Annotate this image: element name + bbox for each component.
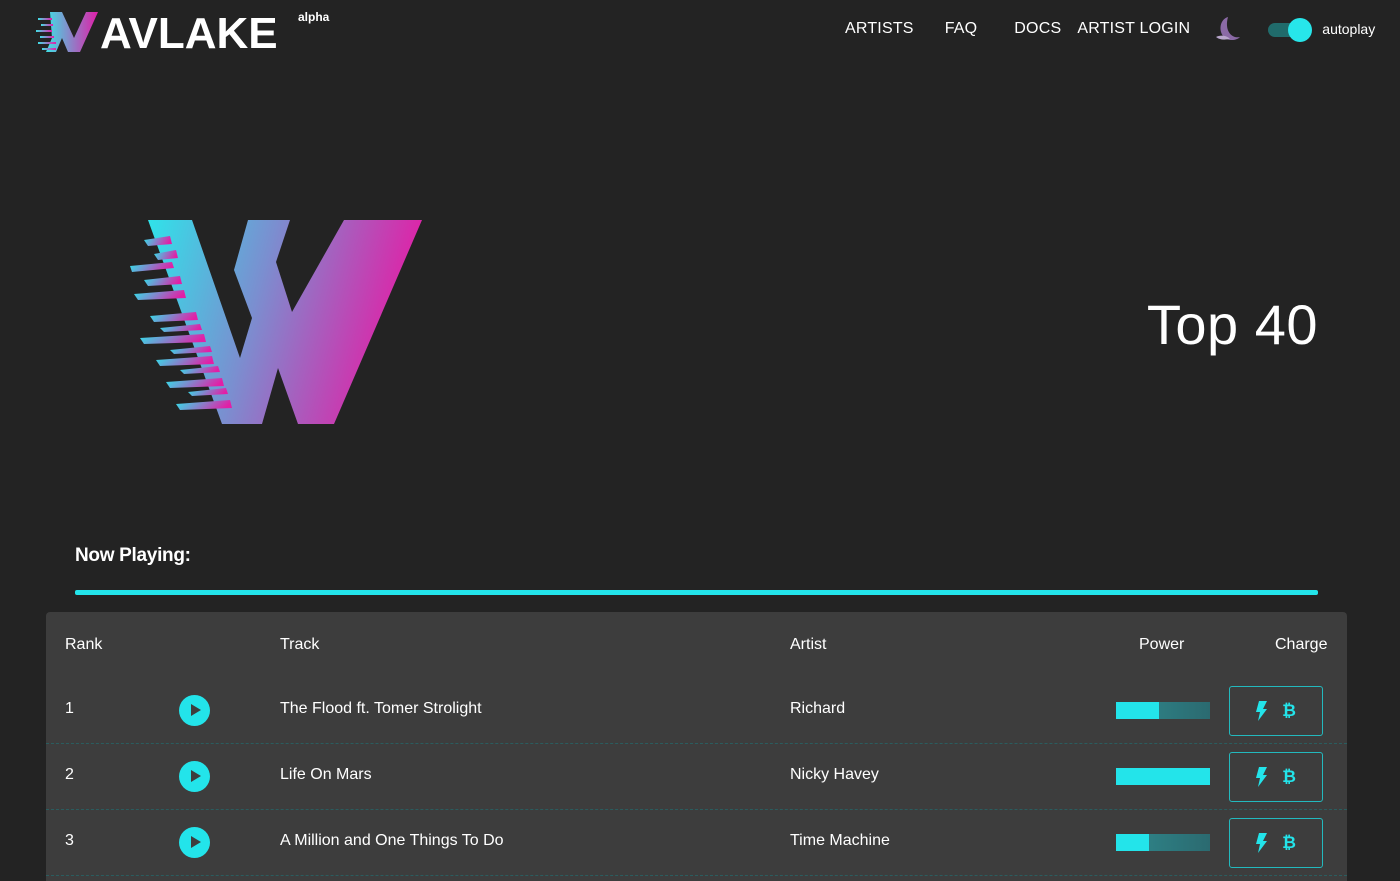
autoplay-toggle[interactable] [1268,18,1313,42]
now-playing-label: Now Playing: [75,545,191,566]
play-button[interactable] [179,827,210,858]
logo-text: AVLAKE [100,9,278,56]
power-bar [1116,834,1210,851]
nav-artist-login[interactable]: ARTIST LOGIN [1077,18,1190,40]
autoplay-label: autoplay [1322,21,1376,37]
charge-button[interactable]: ₿ [1229,818,1323,868]
power-bar [1116,702,1210,719]
table-header: Rank Track Artist Power Charge [46,612,1347,678]
wavlake-wordmark: AVLAKE [36,9,278,56]
charge-button[interactable]: ₿ [1229,686,1323,736]
lightning-icon [1256,767,1268,787]
moon-icon[interactable] [1212,15,1242,43]
wavlake-logo[interactable]: AVLAKE [36,8,336,56]
track-title[interactable]: The Flood ft. Tomer Strolight [280,700,482,718]
bitcoin-icon: ₿ [1282,701,1296,720]
page: AVLAKE alpha ARTISTS FAQ DOCS ARTIST LOG… [0,0,1400,881]
header-charge: Charge [1275,636,1328,653]
lightning-icon [1256,701,1268,721]
top-40-table: Rank Track Artist Power Charge 1 The Flo… [46,612,1347,881]
header-artist: Artist [790,636,827,653]
nav-docs[interactable]: DOCS [1014,18,1061,40]
play-button[interactable] [179,761,210,792]
toggle-knob [1288,18,1313,42]
power-fill [1116,702,1160,719]
now-playing-progress-bar[interactable] [75,590,1318,595]
page-title: Top 40 [1146,293,1318,356]
artist-name[interactable]: Richard [790,700,845,718]
play-button[interactable] [179,695,210,726]
main-nav: ARTISTS FAQ DOCS ARTIST LOGIN autoplay [845,15,1375,43]
power-fill [1116,834,1149,851]
bitcoin-icon: ₿ [1282,767,1296,786]
track-title[interactable]: Life On Mars [280,766,372,784]
power-fill [1116,768,1210,785]
header-power: Power [1139,636,1185,653]
nav-artists[interactable]: ARTISTS [845,18,914,40]
table-row: 2 Life On Mars Nicky Havey ₿ [46,744,1347,810]
charge-button[interactable]: ₿ [1229,752,1323,802]
table-row: 1 The Flood ft. Tomer Strolight Richard … [46,678,1347,744]
track-title[interactable]: A Million and One Things To Do [280,832,504,850]
header-rank: Rank [65,636,103,653]
hero-w-logo [130,218,424,426]
artist-name[interactable]: Nicky Havey [790,766,879,784]
nav-faq[interactable]: FAQ [945,18,978,40]
lightning-icon [1256,833,1268,853]
power-bar [1116,768,1210,785]
rank-cell: 2 [65,766,74,783]
artist-name[interactable]: Time Machine [790,832,890,850]
rank-cell: 3 [65,832,74,849]
alpha-badge: alpha [298,10,330,24]
rank-cell: 1 [65,700,74,717]
table-row: 3 A Million and One Things To Do Time Ma… [46,810,1347,876]
bitcoin-icon: ₿ [1282,833,1296,852]
header-track: Track [280,636,320,653]
